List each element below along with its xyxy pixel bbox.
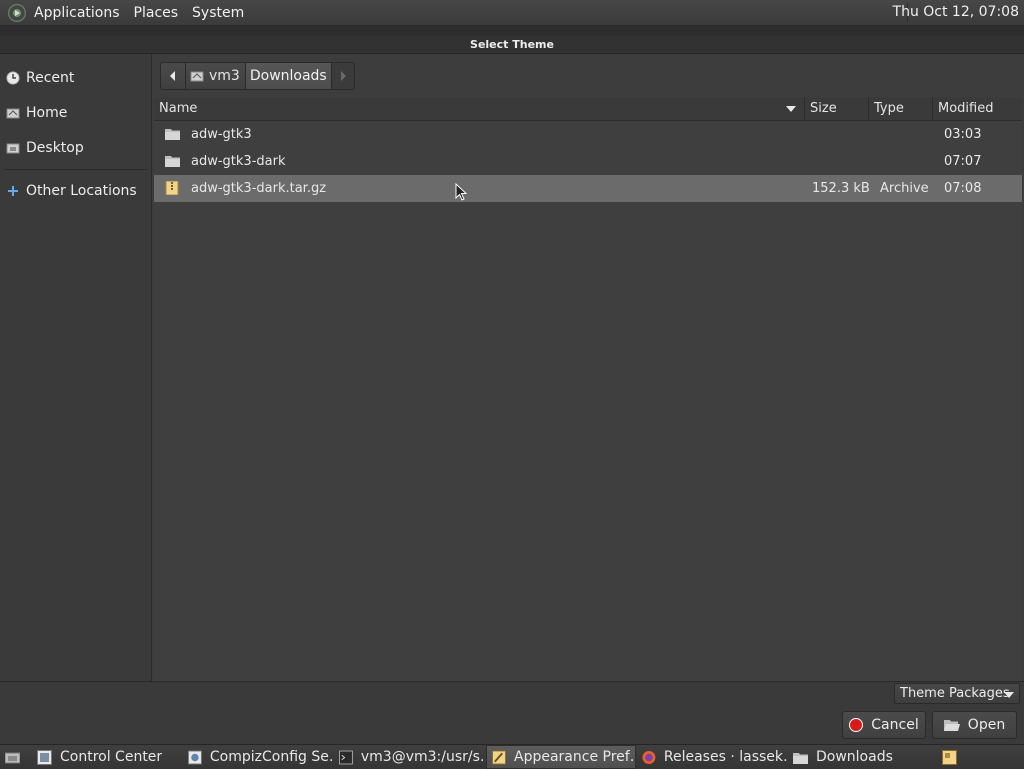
sidebar-item-label: Desktop: [26, 140, 84, 156]
column-name[interactable]: Name: [154, 97, 805, 120]
task-label: Appearance Pref…: [514, 749, 635, 765]
bottom-panel: Control Center CompizConfig Se… vm3@vm3:…: [0, 744, 1024, 769]
folder-icon: [165, 156, 180, 167]
cancel-label: Cancel: [871, 717, 919, 733]
show-desktop-button[interactable]: [0, 745, 28, 769]
file-type: Archive: [880, 181, 929, 196]
path-forward-button[interactable]: [331, 62, 355, 90]
sidebar-item-desktop[interactable]: Desktop: [0, 133, 150, 163]
file-row[interactable]: adw-gtk3-dark 07:07: [154, 148, 1022, 175]
sidebar-item-recent[interactable]: Recent: [0, 63, 150, 93]
home-icon: [190, 71, 204, 82]
sort-descending-icon: [786, 106, 796, 112]
path-segment-label: Downloads: [249, 68, 327, 84]
clock[interactable]: Thu Oct 12, 07:08: [893, 4, 1019, 20]
column-size-label: Size: [810, 101, 837, 116]
column-type[interactable]: Type: [869, 97, 933, 120]
sidebar-item-other-locations[interactable]: Other Locations: [0, 176, 150, 206]
chevron-left-icon: [170, 71, 175, 81]
file-name: adw-gtk3-dark.tar.gz: [191, 181, 327, 196]
column-headers: Name Size Type Modified: [154, 97, 1022, 121]
folder-icon: [793, 752, 808, 764]
path-segment-downloads[interactable]: Downloads: [245, 62, 332, 90]
compiz-icon: [188, 750, 202, 764]
dialog-title: Select Theme: [0, 36, 1024, 54]
mouse-pointer-icon: [455, 183, 467, 201]
task-label: Control Center: [60, 749, 163, 765]
path-segment-home[interactable]: vm3: [186, 62, 246, 90]
task-label: Releases · lassek…: [663, 749, 787, 765]
places-menu[interactable]: Places: [127, 5, 186, 21]
sidebar-item-label: Recent: [26, 70, 75, 86]
path-back-button[interactable]: [160, 62, 186, 90]
clock-icon: [6, 71, 20, 85]
file-modified: 03:03: [944, 127, 982, 142]
task-firefox[interactable]: Releases · lassek…: [637, 745, 787, 769]
terminal-icon: [339, 750, 353, 764]
places-sidebar: Recent Home Desktop Other Locations: [0, 54, 152, 681]
path-segment-label: vm3: [209, 68, 240, 84]
task-appearance-preferences[interactable]: Appearance Pref…: [486, 745, 636, 769]
file-modified: 07:08: [944, 181, 982, 196]
show-desktop-icon: [5, 752, 20, 763]
column-name-label: Name: [159, 101, 198, 116]
task-compizconfig[interactable]: CompizConfig Se…: [183, 745, 333, 769]
column-modified[interactable]: Modified: [933, 97, 1022, 120]
control-center-icon: [37, 749, 52, 765]
dialog-footer: Theme Packages Cancel Open: [0, 681, 1024, 746]
archive-icon: [165, 181, 179, 195]
file-name: adw-gtk3: [191, 127, 252, 142]
sidebar-item-label: Home: [26, 105, 68, 121]
appearance-icon: [492, 750, 506, 764]
open-folder-icon: [943, 720, 960, 731]
task-label: CompizConfig Se…: [209, 749, 333, 765]
applications-menu[interactable]: Applications: [26, 5, 127, 21]
task-label: Downloads: [816, 749, 893, 765]
task-terminal[interactable]: vm3@vm3:/usr/s…: [334, 745, 484, 769]
plus-icon: [6, 184, 20, 198]
sidebar-item-label: Other Locations: [26, 183, 137, 199]
folder-icon: [165, 129, 180, 140]
file-name: adw-gtk3-dark: [191, 154, 286, 169]
sidebar-divider: [4, 169, 148, 170]
chevron-down-icon: [1004, 692, 1014, 698]
filter-label: Theme Packages: [900, 686, 1010, 701]
stop-icon: [849, 718, 864, 732]
column-size[interactable]: Size: [805, 97, 869, 120]
file-row-selected[interactable]: adw-gtk3-dark.tar.gz 152.3 kB Archive 07…: [154, 175, 1022, 202]
firefox-icon: [642, 750, 656, 764]
cancel-button[interactable]: Cancel: [842, 711, 926, 739]
sidebar-item-home[interactable]: Home: [0, 98, 150, 128]
chevron-right-icon: [340, 71, 346, 81]
path-bar: vm3 Downloads: [160, 62, 355, 90]
file-list: Name Size Type Modified adw-gtk3 03:03 a…: [154, 97, 1022, 681]
file-type-filter-select[interactable]: Theme Packages: [894, 683, 1020, 704]
workspace-icon: [942, 749, 957, 765]
file-modified: 07:07: [944, 154, 982, 169]
task-label: vm3@vm3:/usr/s…: [360, 749, 484, 765]
column-modified-label: Modified: [938, 101, 994, 116]
task-control-center[interactable]: Control Center: [32, 745, 182, 769]
open-label: Open: [967, 717, 1006, 733]
desktop-icon: [6, 141, 20, 155]
mate-logo-icon[interactable]: [8, 3, 26, 22]
home-icon: [6, 106, 20, 120]
task-downloads[interactable]: Downloads: [788, 745, 936, 769]
file-chooser-main: vm3 Downloads Name Size Type Modified ad…: [152, 54, 1024, 681]
file-size: 152.3 kB: [812, 181, 870, 196]
background-window-strip: [0, 26, 1024, 36]
column-type-label: Type: [874, 101, 904, 116]
top-panel: Applications Places System Thu Oct 12, 0…: [0, 0, 1024, 26]
file-row[interactable]: adw-gtk3 03:03: [154, 121, 1022, 148]
workspace-switcher[interactable]: [937, 745, 963, 769]
system-menu[interactable]: System: [185, 5, 251, 21]
open-button[interactable]: Open: [932, 711, 1017, 739]
